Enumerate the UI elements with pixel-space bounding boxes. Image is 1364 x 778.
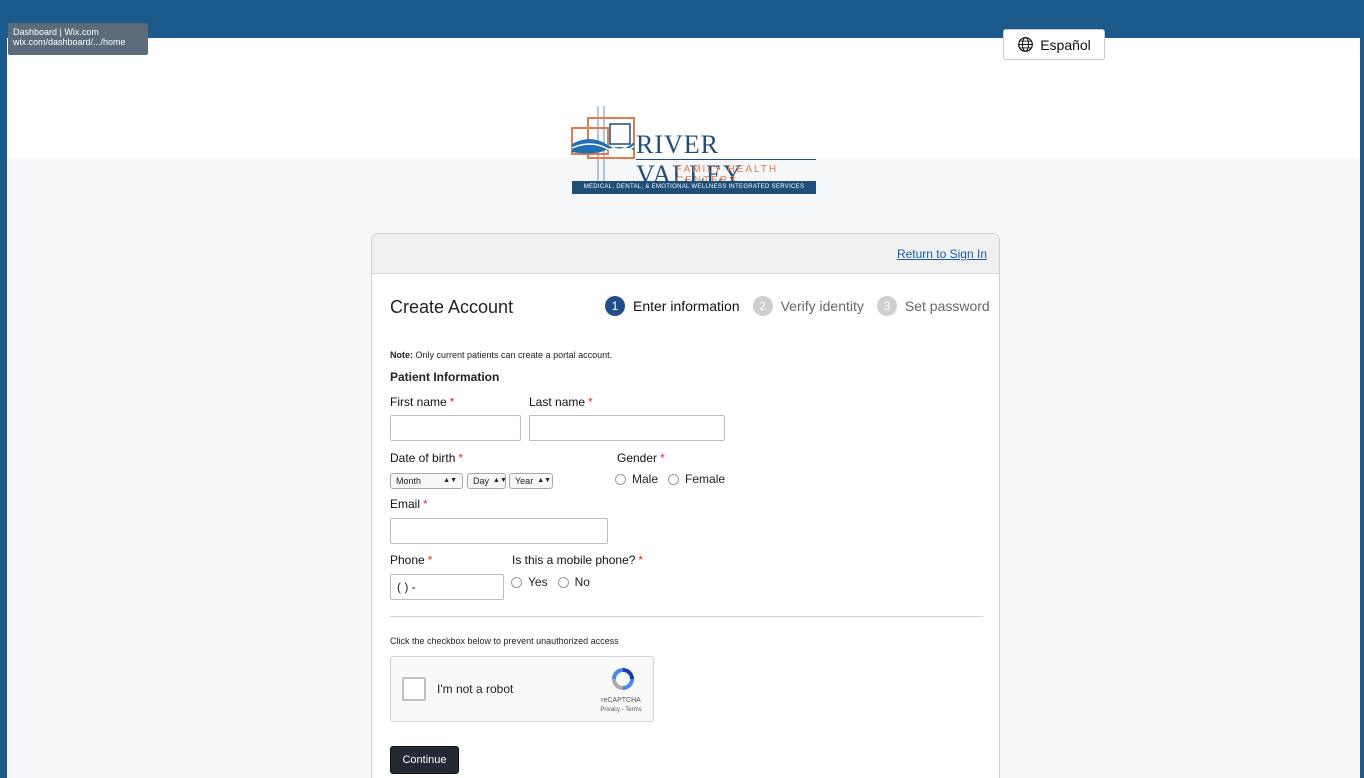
gender-label: Gender * bbox=[617, 451, 665, 465]
required-mark: * bbox=[458, 451, 464, 465]
required-mark: * bbox=[427, 553, 433, 567]
step-number: 3 bbox=[876, 296, 897, 316]
create-account-card: Return to Sign In Create Account 1 Enter… bbox=[371, 233, 1000, 778]
select-value: Year bbox=[515, 476, 534, 486]
step-number: 2 bbox=[752, 296, 773, 316]
continue-button[interactable]: Continue bbox=[390, 746, 459, 774]
form-divider bbox=[390, 616, 983, 617]
dob-month-select[interactable]: Month ▲▼ bbox=[390, 473, 463, 489]
recaptcha-brand: reCAPTCHA bbox=[601, 697, 641, 704]
radio-button[interactable] bbox=[668, 473, 680, 485]
updown-arrow-icon: ▲▼ bbox=[443, 477, 457, 484]
required-mark: * bbox=[638, 553, 644, 567]
page-title: Create Account bbox=[390, 297, 514, 317]
language-button[interactable]: Español bbox=[1003, 29, 1105, 60]
label-text: First name bbox=[390, 395, 447, 409]
note-text: Only current patients can create a porta… bbox=[413, 350, 613, 360]
first-name-field[interactable] bbox=[390, 415, 521, 441]
select-value: Day bbox=[473, 476, 490, 486]
step-label: Enter information bbox=[633, 298, 740, 314]
updown-arrow-icon: ▲▼ bbox=[537, 477, 552, 484]
note-prefix: Note: bbox=[390, 350, 413, 360]
river-valley-logo: RIVER VALLEY FAMILY HEALTH CENTERS MEDIC… bbox=[566, 104, 816, 198]
mobile-phone-label: Is this a mobile phone? * bbox=[512, 553, 643, 567]
phone-label: Phone * bbox=[390, 553, 432, 567]
gender-male-option[interactable]: Male bbox=[615, 472, 658, 486]
recaptcha-widget: I'm not a robot reCAPTCHA Privacy - Term… bbox=[390, 656, 654, 722]
tab-tooltip: Dashboard | Wix.com wix.com/dashboard/..… bbox=[8, 23, 148, 55]
recaptcha-links[interactable]: Privacy - Terms bbox=[587, 707, 655, 713]
gender-female-option[interactable]: Female bbox=[668, 472, 725, 486]
label-text: Date of birth bbox=[390, 451, 456, 465]
step-set-password: 3 Set password bbox=[876, 296, 990, 316]
return-to-sign-in-link[interactable]: Return to Sign In bbox=[897, 247, 987, 261]
gender-radio-group: Male Female bbox=[615, 472, 735, 486]
radio-label: Female bbox=[685, 472, 726, 486]
step-number: 1 bbox=[605, 296, 625, 316]
progress-steps: 1 Enter information 2 Verify identity 3 … bbox=[605, 296, 990, 316]
radio-button[interactable] bbox=[557, 576, 569, 588]
radio-label: Yes bbox=[528, 575, 548, 589]
radio-button[interactable] bbox=[615, 473, 626, 485]
required-mark: * bbox=[660, 451, 665, 465]
mobile-yes-option[interactable]: Yes bbox=[511, 575, 548, 589]
window-right-border bbox=[1360, 0, 1364, 778]
step-label: Set password bbox=[904, 298, 990, 314]
mobile-radio-group: Yes No bbox=[511, 575, 600, 589]
radio-label: Male bbox=[632, 472, 659, 486]
window-top-bar bbox=[0, 0, 1364, 38]
required-mark: * bbox=[449, 395, 455, 409]
label-text: Is this a mobile phone? bbox=[512, 553, 636, 567]
card-header: Return to Sign In bbox=[372, 234, 999, 274]
required-mark: * bbox=[423, 497, 428, 511]
last-name-field[interactable] bbox=[529, 415, 725, 441]
recaptcha-icon bbox=[612, 668, 634, 690]
captcha-instruction: Click the checkbox below to prevent unau… bbox=[390, 636, 619, 646]
logo-band: MEDICAL, DENTAL, & EMOTIONAL WELLNESS IN… bbox=[572, 181, 816, 194]
radio-button[interactable] bbox=[511, 576, 522, 588]
window-left-border bbox=[0, 0, 7, 778]
label-text: Email bbox=[390, 497, 421, 511]
step-label: Verify identity bbox=[780, 298, 864, 314]
label-text: Gender bbox=[617, 451, 658, 465]
tooltip-url: wix.com/dashboard/.../home bbox=[13, 37, 126, 47]
select-value: Month bbox=[396, 476, 422, 486]
logo-mark-icon bbox=[571, 106, 635, 182]
dob-label: Date of birth * bbox=[390, 451, 463, 465]
radio-label: No bbox=[574, 575, 590, 589]
dob-day-select[interactable]: Day ▲▼ bbox=[467, 473, 507, 489]
section-title: Patient Information bbox=[390, 370, 500, 384]
logo-divider bbox=[636, 159, 816, 160]
language-label: Español bbox=[1040, 36, 1091, 53]
recaptcha-label: I'm not a robot bbox=[437, 682, 514, 696]
required-mark: * bbox=[588, 395, 593, 409]
step-verify-identity: 2 Verify identity bbox=[752, 296, 864, 316]
phone-field[interactable]: ( ) - bbox=[390, 574, 504, 600]
tooltip-title: Dashboard | Wix.com bbox=[13, 27, 99, 37]
label-text: Phone bbox=[390, 553, 425, 567]
portal-note: Note: Only current patients can create a… bbox=[390, 350, 612, 360]
email-field[interactable] bbox=[390, 518, 608, 544]
dob-year-select[interactable]: Year ▲▼ bbox=[509, 473, 553, 489]
recaptcha-checkbox[interactable] bbox=[402, 677, 426, 701]
updown-arrow-icon: ▲▼ bbox=[493, 477, 507, 484]
label-text: Last name bbox=[529, 395, 586, 409]
mobile-no-option[interactable]: No bbox=[557, 575, 590, 589]
last-name-label: Last name * bbox=[529, 395, 593, 409]
step-enter-information: 1 Enter information bbox=[605, 296, 740, 316]
email-label: Email * bbox=[390, 497, 428, 511]
first-name-label: First name * bbox=[390, 395, 454, 409]
globe-icon bbox=[1018, 37, 1034, 52]
